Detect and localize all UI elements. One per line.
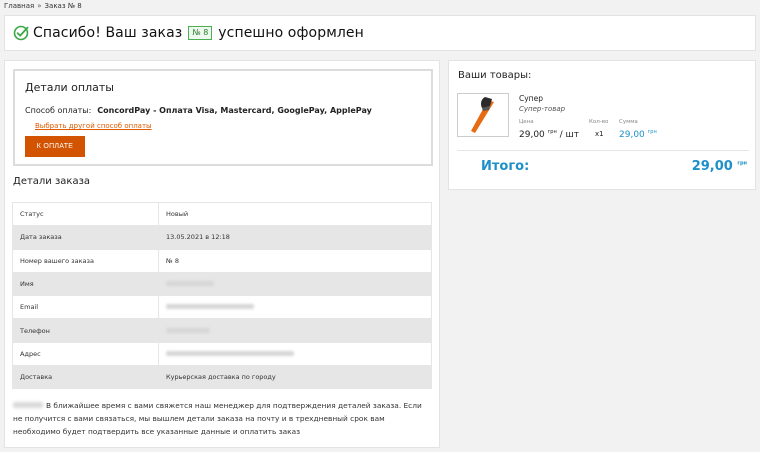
change-payment-link[interactable]: Выбрать другой способ оплаты xyxy=(35,122,152,130)
order-details-title: Детали заказа xyxy=(13,176,91,187)
row-value-redacted xyxy=(158,318,432,343)
check-circle-icon xyxy=(13,25,29,41)
payment-title: Детали оплаты xyxy=(25,81,114,94)
product-price: 29,00 грн / шт xyxy=(519,129,579,140)
product-qty: x1 xyxy=(595,130,604,138)
table-row: Имя xyxy=(12,271,432,297)
table-row: Доставка Курьерская доставка по городу xyxy=(12,365,432,390)
payment-method-label: Способ оплаты: xyxy=(25,106,92,115)
breadcrumb: Главная » Заказ № 8 xyxy=(4,2,82,10)
row-value: 13.05.2021 в 12:18 xyxy=(158,225,432,250)
title-suffix: успешно оформлен xyxy=(218,25,364,41)
row-label: Email xyxy=(12,295,159,320)
divider xyxy=(457,150,749,151)
table-row: Дата заказа 13.05.2021 в 12:18 xyxy=(12,225,432,250)
row-label: Доставка xyxy=(12,365,159,390)
redacted-text xyxy=(166,281,214,287)
row-value: Курьерская доставка по городу xyxy=(158,365,432,390)
row-label: Номер вашего заказа xyxy=(12,248,159,273)
qty-label: Кол-во xyxy=(589,119,609,125)
redacted-text xyxy=(166,327,210,333)
axe-icon xyxy=(471,97,494,133)
breadcrumb-home[interactable]: Главная xyxy=(4,2,34,10)
sum-label: Сумма xyxy=(619,119,638,125)
table-row: Email xyxy=(12,295,432,320)
product-subtitle: Супер-товар xyxy=(519,105,566,113)
row-value-redacted xyxy=(158,271,432,297)
page-title: Спасибо! Ваш заказ № 8 успешно оформлен xyxy=(4,15,756,51)
table-row: Статус Новый xyxy=(12,201,432,227)
title-prefix: Спасибо! Ваш заказ xyxy=(33,25,183,41)
table-row: Телефон xyxy=(12,318,432,343)
row-label: Статус xyxy=(12,201,159,227)
row-value-redacted xyxy=(158,295,432,320)
table-row: Номер вашего заказа № 8 xyxy=(12,248,432,273)
product-image[interactable] xyxy=(457,93,509,137)
order-details-table: Статус Новый Дата заказа 13.05.2021 в 12:1… xyxy=(12,201,432,390)
price-label: Цена xyxy=(519,119,534,125)
row-label: Телефон xyxy=(12,318,159,343)
row-label: Имя xyxy=(12,271,159,297)
redacted-text xyxy=(166,304,254,310)
chevron-right-icon: » xyxy=(37,2,42,10)
row-label: Адрес xyxy=(12,341,159,367)
price-value: 29,00 xyxy=(519,130,545,140)
per-unit: / шт xyxy=(559,130,579,140)
manager-contact-note: В ближайшее время с вами свяжется наш ме… xyxy=(13,399,433,438)
total-currency: грн xyxy=(737,160,747,167)
breadcrumb-current: Заказ № 8 xyxy=(44,2,82,10)
total-label: Итого: xyxy=(481,159,530,174)
cart-panel: Ваши товары: Супер Супер-товар Цена Кол-… xyxy=(448,60,756,190)
product-sum: 29,00 грн xyxy=(619,129,657,140)
row-label: Дата заказа xyxy=(12,225,159,250)
payment-details-box: Детали оплаты Способ оплаты: ConcordPay -… xyxy=(13,69,433,166)
product-name[interactable]: Супер xyxy=(519,94,543,103)
table-row: Адрес xyxy=(12,341,432,367)
redacted-text xyxy=(166,350,294,356)
cart-title: Ваши товары: xyxy=(458,70,532,81)
order-panel: Детали оплаты Способ оплаты: ConcordPay -… xyxy=(4,60,440,448)
row-value-redacted xyxy=(158,341,432,367)
sum-value: 29,00 xyxy=(619,130,645,140)
price-currency: грн xyxy=(547,129,557,135)
payment-method-value: ConcordPay - Оплата Visa, Mastercard, Go… xyxy=(97,106,372,115)
order-number-badge: № 8 xyxy=(188,26,213,40)
row-value: Новый xyxy=(158,201,432,227)
row-value: № 8 xyxy=(158,248,432,273)
sum-currency: грн xyxy=(647,129,657,135)
note-text: В ближайшее время с вами свяжется наш ме… xyxy=(13,401,422,436)
total-value: 29,00 xyxy=(691,159,733,174)
total-amount: 29,00 грн xyxy=(692,159,747,174)
payment-method: Способ оплаты: ConcordPay - Оплата Visa, … xyxy=(25,106,372,115)
redacted-name xyxy=(13,402,43,408)
pay-button[interactable]: К ОПЛАТЕ xyxy=(25,136,85,157)
